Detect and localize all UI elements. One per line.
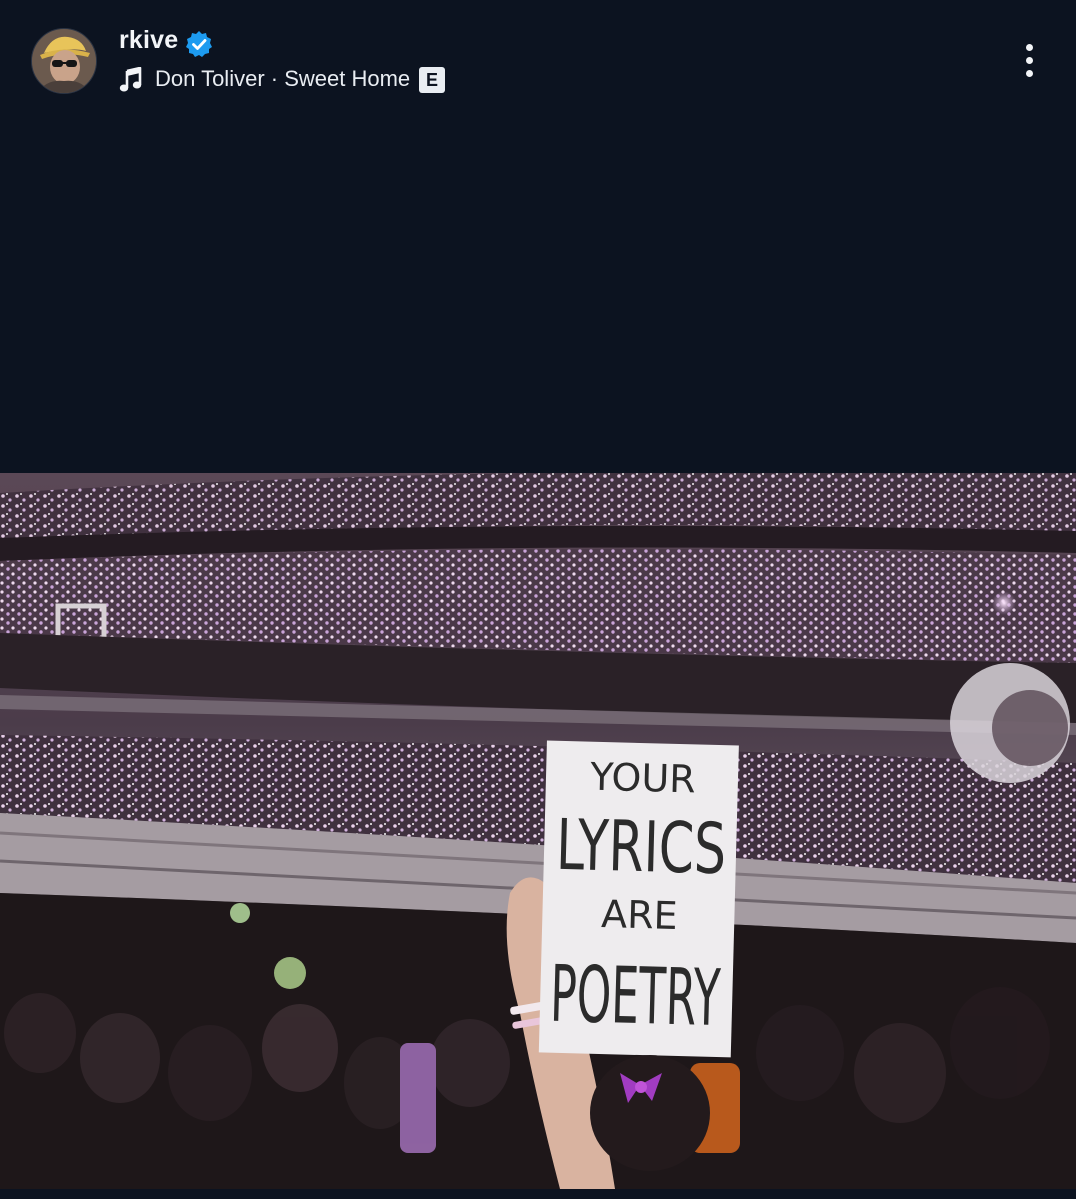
explicit-badge: E bbox=[419, 67, 445, 93]
post-photo[interactable]: YOUR LYRICS ARE POETRY bbox=[0, 473, 1076, 1189]
more-options-button[interactable] bbox=[1012, 40, 1048, 80]
sign-line-4: POETRY bbox=[549, 950, 721, 1044]
post-header: rkive Don Toliver · Sweet Home E bbox=[0, 0, 1076, 130]
post-view: rkive Don Toliver · Sweet Home E YOUR LY… bbox=[0, 0, 1076, 1199]
music-note-icon bbox=[119, 66, 143, 93]
verified-badge-icon bbox=[185, 30, 213, 58]
more-vertical-icon bbox=[1026, 44, 1033, 51]
sign-line-3: ARE bbox=[601, 892, 679, 938]
sign-line-1: YOUR bbox=[589, 755, 696, 802]
track-title[interactable]: Don Toliver · Sweet Home bbox=[155, 66, 410, 92]
bottom-strip bbox=[0, 1189, 1076, 1199]
avatar[interactable] bbox=[31, 28, 97, 94]
username[interactable]: rkive bbox=[119, 26, 178, 55]
sign-line-2: LYRICS bbox=[555, 804, 727, 890]
